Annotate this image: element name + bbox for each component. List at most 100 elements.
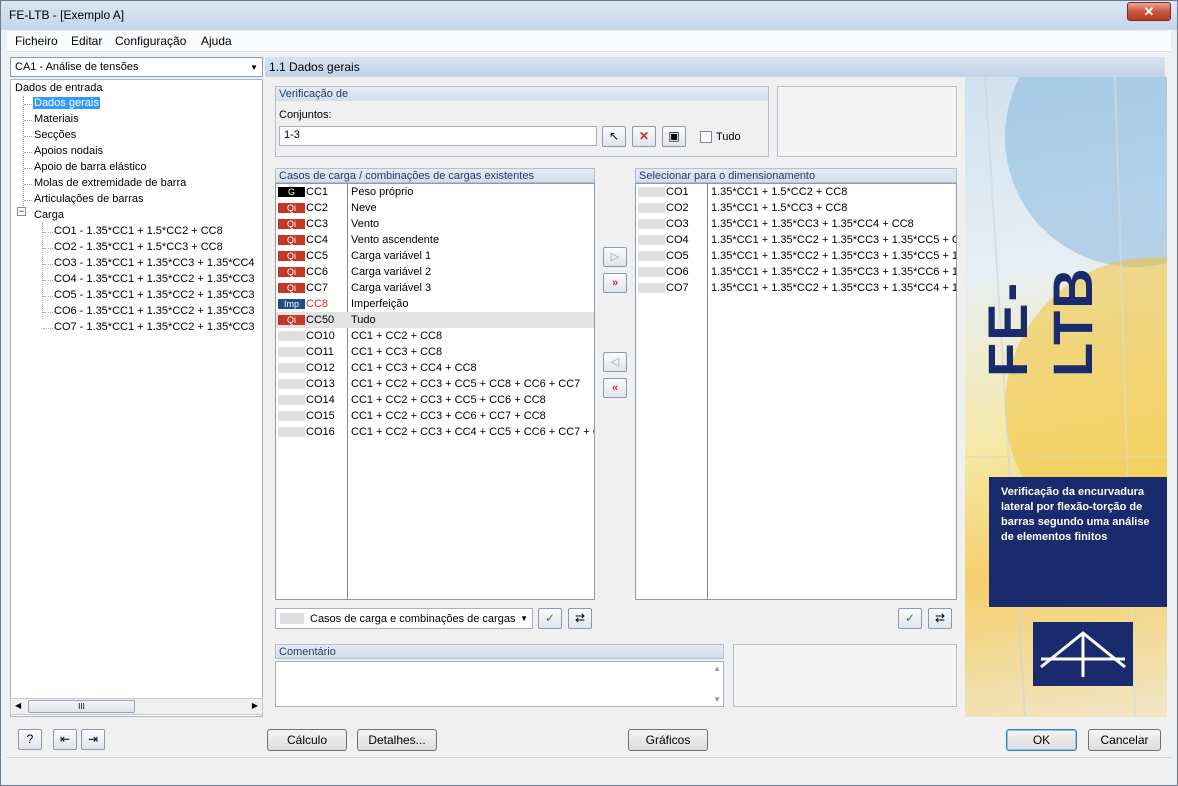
tree-root[interactable]: Dados de entrada	[15, 82, 102, 94]
delete-icon[interactable]: ✕	[632, 126, 656, 147]
tree-item-apoio-elastico[interactable]: Apoio de barra elástico	[34, 161, 147, 173]
scroll-down-icon[interactable]: ▼	[713, 695, 721, 704]
load-code: CC2	[306, 202, 329, 214]
cancel-button[interactable]: Cancelar	[1088, 729, 1161, 751]
import-icon[interactable]: ⇤	[53, 729, 77, 750]
selected-load-row[interactable]: CO2 1.35*CC1 + 1.5*CC3 + CC8	[636, 200, 956, 216]
invert-selection-icon[interactable]: ⇄	[928, 608, 952, 629]
filter-select[interactable]: Casos de carga e combinações de cargas ▼	[275, 608, 533, 629]
tree-item-co3[interactable]: CO3 - 1.35*CC1 + 1.35*CC3 + 1.35*CC4	[54, 257, 255, 269]
selected-load-row[interactable]: CO7 1.35*CC1 + 1.35*CC2 + 1.35*CC3 + 1.35…	[636, 280, 956, 296]
case-select[interactable]: CA1 - Análise de tensões ▼	[10, 57, 263, 77]
tree-item-co1[interactable]: CO1 - 1.35*CC1 + 1.5*CC2 + CC8	[54, 225, 223, 237]
ok-button[interactable]: OK	[1006, 729, 1077, 751]
existing-load-row[interactable]: CO10 CC1 + CC2 + CC8	[276, 328, 594, 344]
pick-icon[interactable]: ↖	[602, 126, 626, 147]
remove-all-button[interactable]: «	[603, 378, 627, 398]
load-description: Imperfeição	[351, 298, 409, 310]
add-all-button[interactable]: »	[603, 273, 627, 293]
load-description: Vento ascendente	[351, 234, 440, 246]
tudo-checkbox[interactable]	[700, 131, 712, 143]
existing-load-row[interactable]: Qi CC6 Carga variável 2	[276, 264, 594, 280]
existing-load-row[interactable]: Imp CC8 Imperfeição	[276, 296, 594, 312]
load-code: CC8	[306, 298, 329, 310]
load-description: 1.35*CC1 + 1.35*CC2 + 1.35*CC3 + 1.35*CC…	[711, 234, 957, 246]
load-type-badge	[278, 331, 305, 341]
tree-item-co4[interactable]: CO4 - 1.35*CC1 + 1.35*CC2 + 1.35*CC3	[54, 273, 255, 285]
load-code: CO7	[666, 282, 689, 294]
tree-item-carga[interactable]: Carga	[34, 209, 64, 221]
selected-load-row[interactable]: CO1 1.35*CC1 + 1.5*CC2 + CC8	[636, 184, 956, 200]
load-type-badge: Qi	[278, 315, 305, 325]
selected-loads-title: Selecionar para o dimensionamento	[635, 168, 957, 183]
existing-load-row[interactable]: CO13 CC1 + CC2 + CC3 + CC5 + CC8 + CC6 + …	[276, 376, 594, 392]
select-all-icon[interactable]: ✓	[898, 608, 922, 629]
load-code: CC50	[306, 314, 335, 326]
existing-load-row[interactable]: CO12 CC1 + CC3 + CC4 + CC8	[276, 360, 594, 376]
existing-load-row[interactable]: CO15 CC1 + CC2 + CC3 + CC6 + CC7 + CC8	[276, 408, 594, 424]
menu-ajuda[interactable]: Ajuda	[201, 34, 232, 48]
tree-item-seccoes[interactable]: Secções	[34, 129, 76, 141]
existing-load-row[interactable]: Qi CC4 Vento ascendente	[276, 232, 594, 248]
close-button[interactable]: ✕	[1127, 2, 1171, 21]
menu-editar[interactable]: Editar	[71, 34, 102, 48]
tree-item-apoios-nodais[interactable]: Apoios nodais	[34, 145, 103, 157]
invert-selection-icon[interactable]: ⇄	[568, 608, 592, 629]
existing-load-row[interactable]: Qi CC5 Carga variável 1	[276, 248, 594, 264]
load-code: CO10	[306, 330, 335, 342]
tree-item-materiais[interactable]: Materiais	[34, 113, 79, 125]
scroll-left-icon[interactable]: ◀	[15, 701, 21, 710]
load-type-badge: Imp	[278, 299, 305, 309]
selected-load-row[interactable]: CO4 1.35*CC1 + 1.35*CC2 + 1.35*CC3 + 1.35…	[636, 232, 956, 248]
tree-item-dados-gerais[interactable]: Dados gerais	[33, 97, 100, 109]
menu-ficheiro[interactable]: Ficheiro	[15, 34, 58, 48]
tree-item-co7[interactable]: CO7 - 1.35*CC1 + 1.35*CC2 + 1.35*CC3	[54, 321, 255, 333]
remove-selected-button[interactable]: ◁	[603, 352, 627, 372]
selected-load-row[interactable]: CO3 1.35*CC1 + 1.35*CC3 + 1.35*CC4 + CC8	[636, 216, 956, 232]
select-all-icon[interactable]: ✓	[538, 608, 562, 629]
tree-line	[24, 200, 32, 201]
title-bar: FE-LTB - [Exemplo A] ✕	[1, 1, 1177, 30]
graphics-button[interactable]: Gráficos	[628, 729, 708, 751]
scroll-thumb[interactable]: III	[28, 700, 135, 713]
export-icon[interactable]: ⇥	[81, 729, 105, 750]
existing-loads-list[interactable]: G CC1 Peso próprio Qi CC2 Neve Qi CC3 Vento Qi CC4…	[275, 183, 595, 600]
existing-load-row[interactable]: Qi CC3 Vento	[276, 216, 594, 232]
selected-loads-list[interactable]: CO1 1.35*CC1 + 1.5*CC2 + CC8 CO2 1.35*CC1 +…	[635, 183, 957, 600]
comment-textarea[interactable]: ▲ ▼	[275, 661, 724, 707]
details-button[interactable]: Detalhes...	[357, 729, 437, 751]
selected-load-row[interactable]: CO6 1.35*CC1 + 1.35*CC2 + 1.35*CC3 + 1.35…	[636, 264, 956, 280]
window-title: FE-LTB - [Exemplo A]	[9, 8, 125, 22]
load-description: CC1 + CC2 + CC8	[351, 330, 443, 342]
help-icon[interactable]: ?	[18, 729, 42, 750]
existing-load-row[interactable]: Qi CC7 Carga variável 3	[276, 280, 594, 296]
existing-load-row[interactable]: G CC1 Peso próprio	[276, 184, 594, 200]
menu-configuracao[interactable]: Configuração	[115, 34, 186, 48]
selected-load-row[interactable]: CO5 1.35*CC1 + 1.35*CC2 + 1.35*CC3 + 1.35…	[636, 248, 956, 264]
tree-item-co2[interactable]: CO2 - 1.35*CC1 + 1.5*CC3 + CC8	[54, 241, 223, 253]
collapse-icon[interactable]: −	[17, 207, 26, 216]
existing-load-row[interactable]: CO11 CC1 + CC3 + CC8	[276, 344, 594, 360]
add-selected-button[interactable]: ▷	[603, 247, 627, 267]
tree-item-co5[interactable]: CO5 - 1.35*CC1 + 1.35*CC2 + 1.35*CC3	[54, 289, 255, 301]
scroll-right-icon[interactable]: ▶	[252, 701, 258, 710]
tudo-label: Tudo	[716, 131, 741, 143]
tree-line	[24, 104, 32, 105]
load-code: CC4	[306, 234, 329, 246]
tree-item-co6[interactable]: CO6 - 1.35*CC1 + 1.35*CC2 + 1.35*CC3	[54, 305, 255, 317]
verification-title: Verificação de	[276, 87, 768, 101]
existing-load-row[interactable]: CO14 CC1 + CC2 + CC3 + CC5 + CC6 + CC8	[276, 392, 594, 408]
load-code: CO3	[666, 218, 689, 230]
load-type-badge	[638, 235, 665, 245]
existing-load-row[interactable]: CO16 CC1 + CC2 + CC3 + CC4 + CC5 + CC6 + …	[276, 424, 594, 440]
tree-item-molas[interactable]: Molas de extremidade de barra	[34, 177, 186, 189]
tree-item-articulacoes[interactable]: Articulações de barras	[34, 193, 143, 205]
new-set-icon[interactable]: ▣	[662, 126, 686, 147]
scroll-up-icon[interactable]: ▲	[713, 664, 721, 673]
existing-load-row[interactable]: Qi CC50 Tudo	[276, 312, 594, 328]
existing-load-row[interactable]: Qi CC2 Neve	[276, 200, 594, 216]
tree-horizontal-scrollbar[interactable]: ◀ III ▶	[10, 698, 263, 715]
status-bar	[7, 757, 1171, 779]
calculation-button[interactable]: Cálculo	[267, 729, 347, 751]
conjuntos-input[interactable]: 1-3	[279, 126, 597, 146]
